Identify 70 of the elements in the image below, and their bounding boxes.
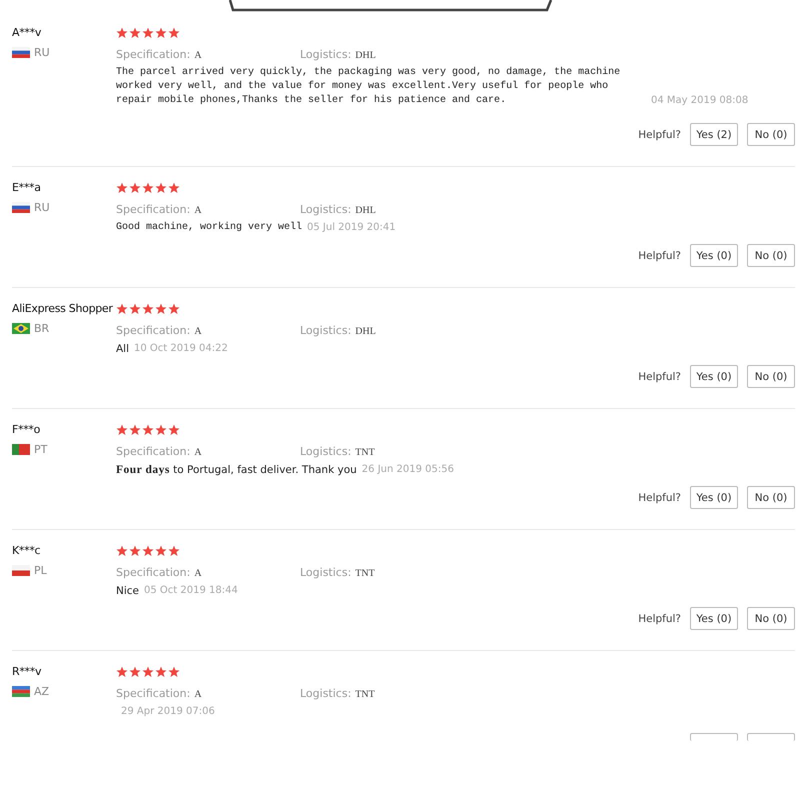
- review-text: The parcel arrived very quickly, the packaging was very good, no damage, the machine worked very well, and the value for money was excellent.Very useful for people who repair mobile phones,Thanks the seller for his patience and care.: [116, 66, 622, 108]
- specification-value: A: [194, 688, 202, 700]
- review-text: Good machine, working very well: [116, 221, 302, 235]
- helpful-label: Helpful?: [638, 370, 681, 382]
- no-button[interactable]: No (0): [747, 244, 795, 267]
- review-date: 29 Apr 2019 07:06: [121, 705, 215, 719]
- logistics-label: Logistics:: [300, 566, 352, 578]
- reviewer-name: R***v: [12, 665, 42, 680]
- yes-button[interactable]: Yes (0): [690, 607, 738, 630]
- flag-icon: [12, 202, 30, 212]
- flag-icon: [12, 444, 30, 454]
- logistics-label: Logistics:: [300, 48, 352, 60]
- review-text: Nice: [116, 584, 140, 598]
- specification-label: Specification:: [116, 202, 190, 216]
- reviewer-name: E***a: [12, 181, 42, 196]
- yes-button[interactable]: Yes (0): [690, 365, 738, 388]
- logistics-label: Logistics:: [300, 686, 352, 700]
- review-date: 26 Jun 2019 05:56: [362, 463, 454, 477]
- logistics-value: DHL: [355, 50, 376, 60]
- no-button[interactable]: No (0): [747, 123, 795, 146]
- flag-icon: [12, 322, 30, 334]
- vote-button[interactable]: [690, 733, 738, 741]
- vote-button[interactable]: [747, 733, 795, 741]
- country-code: AZ: [34, 684, 50, 698]
- country-code: RU: [34, 46, 50, 58]
- helpful-label: Helpful?: [638, 492, 681, 504]
- specification-label: Specification:: [116, 444, 190, 458]
- country-code: BR: [34, 322, 50, 334]
- logistics-value: TNT: [355, 446, 375, 458]
- specification-value: A: [194, 50, 202, 60]
- helpful-label: Helpful?: [638, 128, 681, 140]
- no-button[interactable]: No (0): [747, 607, 795, 630]
- specification-label: Specification:: [116, 324, 190, 336]
- review-text: All: [116, 342, 130, 356]
- logistics-label: Logistics:: [300, 444, 352, 458]
- review-date: 05 Oct 2019 18:44: [144, 584, 238, 598]
- review-text: Four days to Portugal, fast deliver. Thank you: [116, 463, 357, 477]
- reviewer-name: K***c: [12, 544, 42, 559]
- flag-icon: [12, 686, 30, 696]
- reviewer-name: AliExpress Shopper: [12, 302, 114, 317]
- flag-icon: [12, 564, 30, 576]
- specification-value: A: [194, 446, 202, 458]
- reviewer-name: F***o: [12, 423, 42, 438]
- specification-label: Specification:: [116, 686, 190, 700]
- no-button[interactable]: No (0): [747, 365, 795, 388]
- specification-label: Specification:: [116, 566, 190, 578]
- logistics-value: DHL: [355, 204, 376, 216]
- review-date: 10 Oct 2019 04:22: [134, 342, 228, 356]
- review-date: 05 Jul 2019 20:41: [307, 221, 396, 235]
- logistics-label: Logistics:: [300, 324, 352, 336]
- logistics-label: Logistics:: [300, 202, 352, 216]
- yes-button[interactable]: Yes (0): [690, 486, 738, 509]
- helpful-label: Helpful?: [638, 612, 681, 624]
- review-date: 04 May 2019 08:08: [651, 94, 748, 108]
- no-button[interactable]: No (0): [747, 486, 795, 509]
- specification-value: A: [194, 326, 202, 336]
- logistics-value: TNT: [355, 568, 375, 578]
- flag-icon: [12, 46, 30, 58]
- country-code: PL: [34, 564, 47, 576]
- specification-value: A: [194, 204, 202, 216]
- specification-label: Specification:: [116, 48, 190, 60]
- specification-value: A: [194, 568, 202, 578]
- helpful-label: Helpful?: [638, 250, 681, 262]
- yes-button[interactable]: Yes (0): [690, 244, 738, 267]
- country-code: PT: [34, 442, 48, 456]
- reviewer-name: A***v: [12, 26, 42, 41]
- country-code: RU: [34, 200, 50, 214]
- yes-button[interactable]: Yes (2): [690, 123, 738, 146]
- logistics-value: TNT: [355, 688, 375, 700]
- logistics-value: DHL: [355, 326, 376, 336]
